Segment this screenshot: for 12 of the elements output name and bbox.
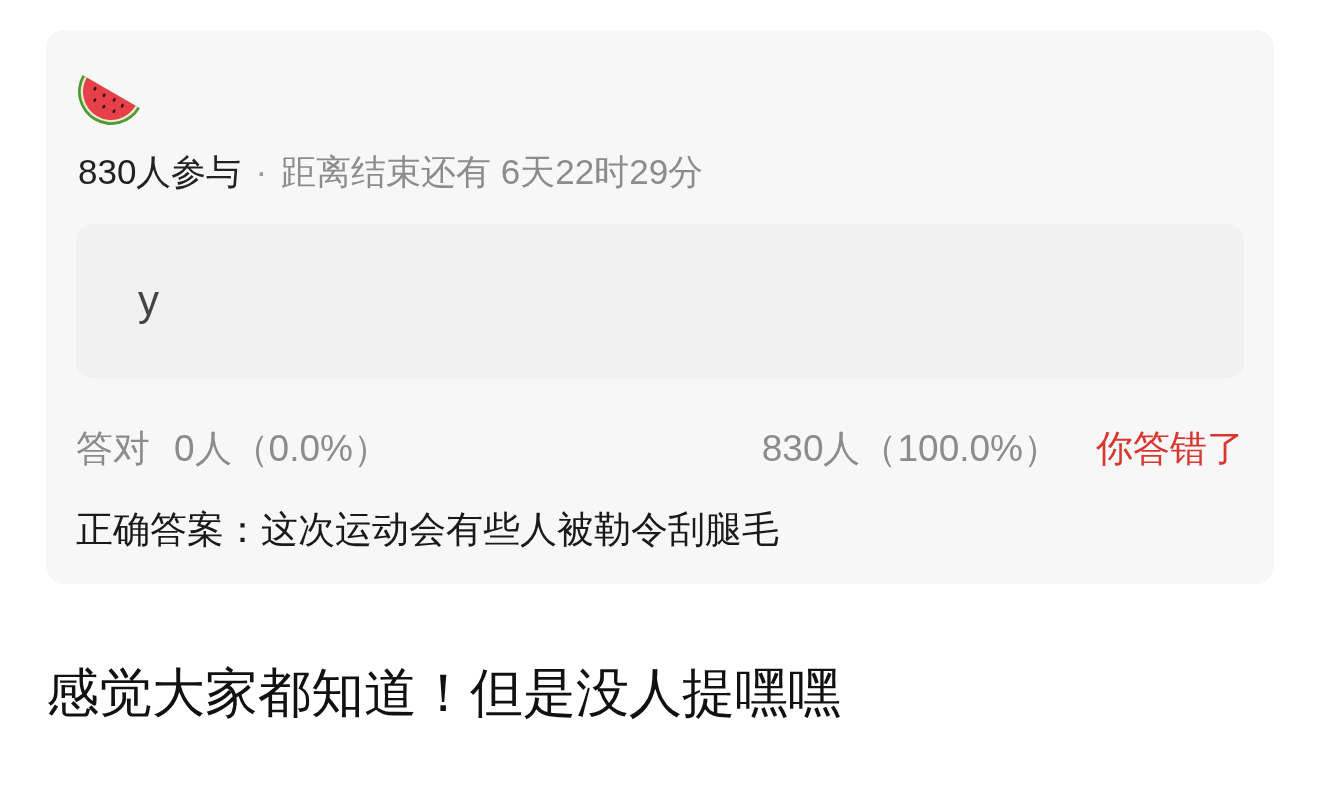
correct-answer-text: 这次运动会有些人被勒令刮腿毛 <box>261 508 779 552</box>
correct-label: 答对 <box>76 427 150 471</box>
post-text: 感觉大家都知道！但是没人提嘿嘿 <box>46 662 841 724</box>
answer-result: 你答错了 <box>1096 427 1244 471</box>
countdown-text: 距离结束还有 6天22时29分 <box>281 152 704 192</box>
participant-count: 830人参与 <box>78 152 242 192</box>
watermelon-icon <box>78 75 140 125</box>
correct-count: 0人（0.0%） <box>174 427 390 471</box>
separator-dot: · <box>255 152 268 192</box>
correct-answer-label: 正确答案： <box>76 508 261 552</box>
answer-option[interactable]: y <box>76 224 1244 378</box>
option-count: 830人（100.0%） <box>761 427 1060 471</box>
